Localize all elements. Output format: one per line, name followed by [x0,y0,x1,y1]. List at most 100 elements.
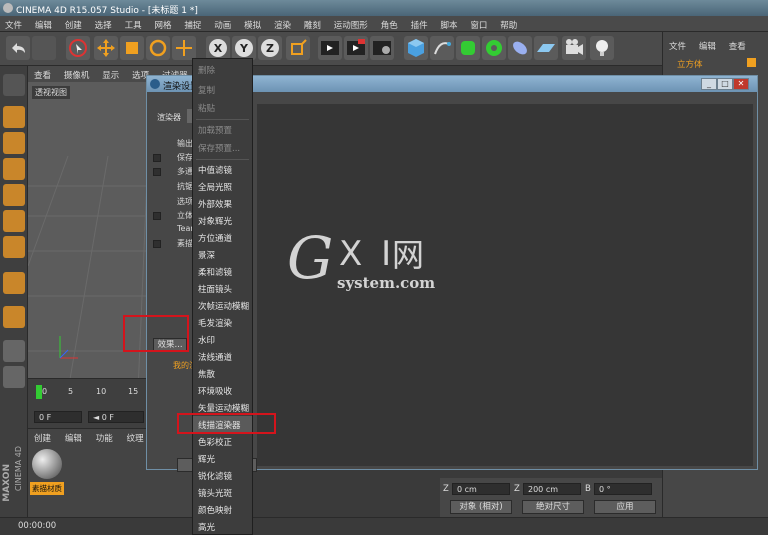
save-checkbox[interactable] [153,154,161,162]
add-object-icon[interactable] [172,36,196,60]
polygons-mode-icon[interactable] [3,236,25,258]
rotate-icon[interactable] [146,36,170,60]
x-axis-icon[interactable]: X [206,36,230,60]
menu-item-external-effect[interactable]: 外部效果 [193,195,252,212]
snap-icon[interactable] [3,340,25,362]
menu-item-subframe-motion-blur[interactable]: 次帧运动模糊 [193,297,252,314]
menu-item-object-glow[interactable]: 对象辉光 [193,212,252,229]
minimize-button[interactable]: _ [701,78,717,90]
menu-snap[interactable]: 捕捉 [179,16,206,31]
settings-row-output[interactable]: 输出 [177,138,193,149]
menu-item-watermark[interactable]: 水印 [193,331,252,348]
magnet-tool-icon[interactable] [3,306,25,328]
edges-mode-icon[interactable] [3,210,25,232]
mat-menu-texture[interactable]: 纹理 [121,429,149,444]
menu-item-glow[interactable]: 辉光 [193,450,252,467]
frame-start-field[interactable]: 0 F [34,411,82,423]
menu-item-cylindrical-lens[interactable]: 柱面镜头 [193,280,252,297]
light-icon[interactable] [590,36,614,60]
scale-icon[interactable] [120,36,144,60]
undo-icon[interactable] [6,36,30,60]
menu-edit[interactable]: 编辑 [30,16,57,31]
maximize-button[interactable]: □ [717,78,733,90]
menu-render[interactable]: 渲染 [269,16,296,31]
object-tag-icon[interactable] [747,58,756,67]
sketch-checkbox[interactable] [153,240,161,248]
menu-file[interactable]: 文件 [0,16,27,31]
current-frame-field[interactable]: ◄ 0 F [88,411,144,423]
menu-item-lens-flare[interactable]: 镜头光斑 [193,484,252,501]
menu-item-ambient-occlusion[interactable]: 环境吸收 [193,382,252,399]
menu-animate[interactable]: 动画 [209,16,236,31]
menu-plugins[interactable]: 插件 [406,16,433,31]
settings-row-sketch[interactable]: 素描 [177,238,193,249]
z-axis-icon[interactable]: Z [258,36,282,60]
render-picture-viewer-icon[interactable] [344,36,368,60]
stereo-checkbox[interactable] [153,212,161,220]
settings-row-options[interactable]: 选项 [177,196,193,207]
menu-item-color-correction[interactable]: 色彩校正 [193,433,252,450]
menu-item-save-preset[interactable]: 保存预置... [193,139,252,156]
menu-item-depth-of-field[interactable]: 景深 [193,246,252,263]
menu-item-normal-pass[interactable]: 法线通道 [193,348,252,365]
mat-menu-function[interactable]: 功能 [90,429,118,444]
menu-script[interactable]: 脚本 [435,16,462,31]
y-axis-icon[interactable]: Y [232,36,256,60]
viewport-menu-view[interactable]: 查看 [28,66,55,81]
cube-object-icon[interactable] [404,36,428,60]
points-mode-icon[interactable] [3,184,25,206]
apply-button[interactable]: 应用 [594,500,656,514]
settings-row-save[interactable]: 保存 [177,152,193,163]
menu-sculpt[interactable]: 雕刻 [299,16,326,31]
menu-create[interactable]: 创建 [60,16,87,31]
menu-select[interactable]: 选择 [90,16,117,31]
menu-item-copy[interactable]: 复制 [193,81,252,98]
viewport-menu-display[interactable]: 显示 [96,66,123,81]
move-icon[interactable] [94,36,118,60]
menu-item-color-mapping[interactable]: 颜色映射 [193,501,252,518]
menu-simulate[interactable]: 模拟 [239,16,266,31]
render-settings-icon[interactable] [370,36,394,60]
coord-z2-field[interactable]: 200 cm [523,483,581,495]
array-icon[interactable] [482,36,506,60]
menu-item-caustics[interactable]: 焦散 [193,365,252,382]
model-mode-icon[interactable] [3,106,25,128]
menu-window[interactable]: 窗口 [465,16,492,31]
floor-icon[interactable] [534,36,558,60]
viewport-menu-camera[interactable]: 摄像机 [58,66,94,81]
spline-pen-icon[interactable] [430,36,454,60]
live-selection-icon[interactable] [66,36,90,60]
menu-item-global-illumination[interactable]: 全局光照 [193,178,252,195]
redo-icon[interactable] [32,36,56,60]
render-view-icon[interactable] [318,36,342,60]
menu-character[interactable]: 角色 [376,16,403,31]
coordinate-system-icon[interactable] [286,36,310,60]
menu-tools[interactable]: 工具 [120,16,147,31]
material-label[interactable]: 素描材质 [30,482,64,495]
settings-row-stereo[interactable]: 立体 [177,210,193,221]
mat-menu-edit[interactable]: 编辑 [59,429,87,444]
menu-mesh[interactable]: 网格 [149,16,176,31]
menu-mograph[interactable]: 运动图形 [329,16,373,31]
coord-z-field[interactable]: 0 cm [452,483,510,495]
multipass-checkbox[interactable] [153,168,161,176]
object-item-cube[interactable]: 立方体 [677,58,703,70]
subdivision-surface-icon[interactable] [456,36,480,60]
om-menu-file[interactable]: 文件 [663,32,690,52]
menu-item-sharpen-filter[interactable]: 锐化滤镜 [193,467,252,484]
coord-b-field[interactable]: 0 ° [594,483,652,495]
menu-item-load-preset[interactable]: 加载预置 [193,121,252,138]
deformer-icon[interactable] [508,36,532,60]
menu-item-soft-filter[interactable]: 柔和滤镜 [193,263,252,280]
axis-mode-icon[interactable] [3,272,25,294]
size-mode-select[interactable]: 绝对尺寸 [522,500,584,514]
make-editable-icon[interactable] [3,74,25,96]
om-menu-edit[interactable]: 编辑 [693,32,720,52]
menu-item-position-pass[interactable]: 方位通道 [193,229,252,246]
menu-item-paste[interactable]: 粘贴 [193,99,252,116]
menu-item-delete[interactable]: 删除 [193,61,252,78]
close-button[interactable]: ✕ [733,78,749,90]
mat-menu-create[interactable]: 创建 [28,429,56,444]
menu-item-median-filter[interactable]: 中值滤镜 [193,161,252,178]
menu-help[interactable]: 帮助 [495,16,522,31]
